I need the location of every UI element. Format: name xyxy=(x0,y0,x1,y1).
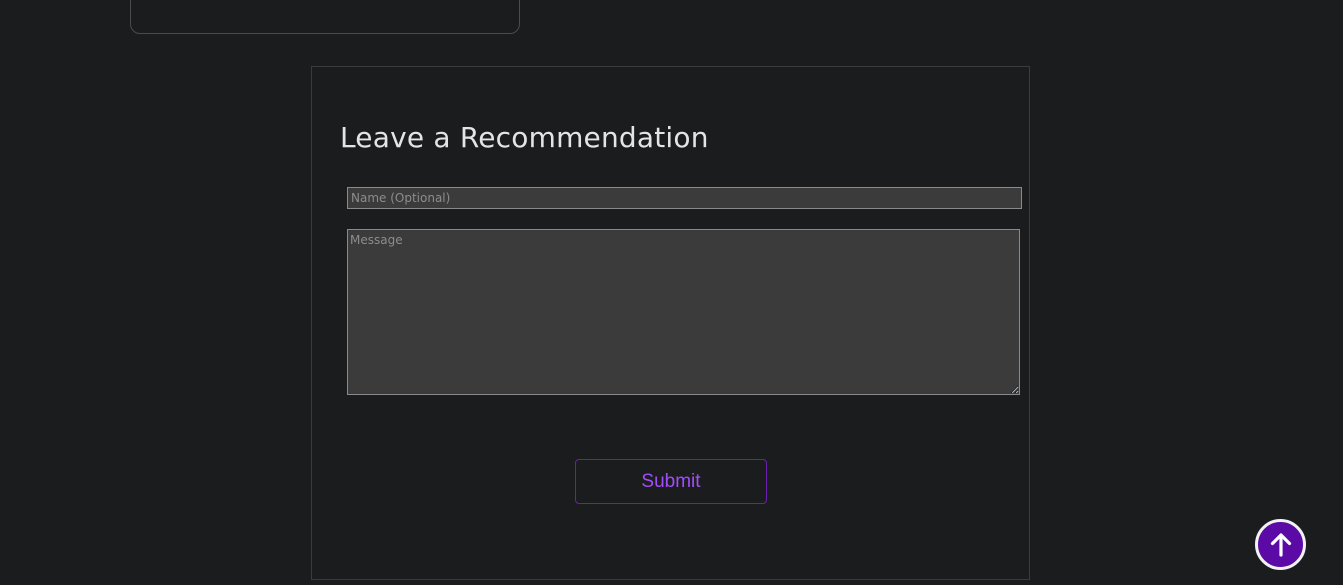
form-title: Leave a Recommendation xyxy=(340,121,709,154)
submit-button[interactable]: Submit xyxy=(575,459,767,504)
arrow-up-icon xyxy=(1270,532,1291,557)
message-textarea[interactable] xyxy=(347,229,1020,395)
name-input[interactable] xyxy=(347,187,1022,209)
previous-card xyxy=(130,0,520,34)
recommendation-form: Leave a Recommendation Submit xyxy=(311,66,1030,580)
scroll-to-top-button[interactable] xyxy=(1255,519,1306,570)
